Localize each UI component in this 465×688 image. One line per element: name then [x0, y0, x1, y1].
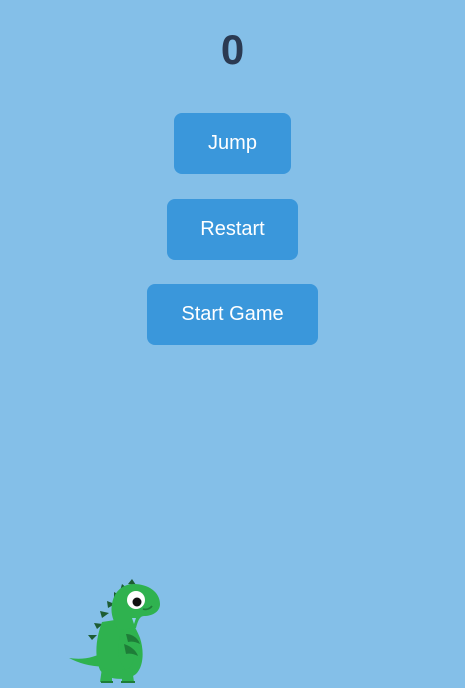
dinosaur-icon [69, 579, 160, 683]
game-stage[interactable]: 0 Jump Restart Start Game [0, 0, 465, 688]
dinosaur-player [66, 578, 166, 686]
score-counter: 0 [220, 26, 245, 73]
start-game-button[interactable]: Start Game [147, 284, 318, 345]
jump-button[interactable]: Jump [174, 113, 291, 174]
restart-button[interactable]: Restart [167, 199, 298, 260]
